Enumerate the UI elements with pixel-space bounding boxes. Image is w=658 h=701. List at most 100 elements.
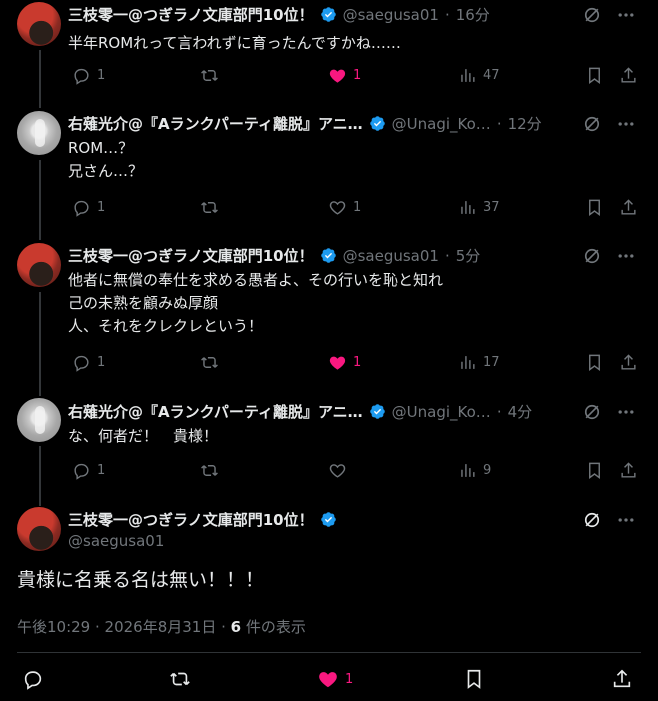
display-name[interactable]: 右薙光介@『Aランクパーティ離脱』アニ… [68,113,363,134]
tweet[interactable]: 三枝零一@つぎラノ文庫部門10位！ @saegusa01 · 5分 他者に無償の… [0,232,658,388]
like-button[interactable]: 1 [328,353,361,372]
tweet[interactable]: 三枝零一@つぎラノ文庫部門10位！ @saegusa01 · 16分 半年ROM… [0,0,658,100]
tweet-text-line: 人、それをクレクレという！ [68,317,264,335]
reply-button[interactable]: 1 [72,66,105,85]
grok-icon[interactable] [582,114,602,134]
repost-button[interactable] [200,198,219,217]
like-icon [329,69,346,83]
like-button[interactable] [328,461,347,480]
views-button[interactable]: 47 [458,66,500,85]
reply-button[interactable]: 1 [72,353,105,372]
timestamp[interactable]: 5分 [456,245,481,266]
views-button[interactable]: 9 [458,461,491,480]
more-icon[interactable] [616,510,636,530]
display-name[interactable]: 三枝零一@つぎラノ文庫部門10位！ [68,4,314,25]
handle[interactable]: @Unagi_Ko… [392,115,491,133]
bookmark-icon [589,354,600,372]
timestamp[interactable]: 12分 [508,113,542,134]
views-count: 6 [230,618,242,636]
reply-button[interactable]: 1 [72,461,105,480]
repost-button[interactable] [169,668,191,690]
more-icon[interactable] [616,402,636,422]
like-button[interactable]: 1 [317,668,353,690]
share-button[interactable] [611,668,633,690]
verified-icon [320,512,336,527]
like-icon [329,201,346,215]
display-name[interactable]: 三枝零一@つぎラノ文庫部門10位！ [68,509,314,530]
bookmark-button[interactable] [585,353,604,372]
handle[interactable]: @Unagi_Ko… [392,403,491,421]
like-count: 1 [353,68,362,83]
tweet-text-line: ROM…？ [68,139,134,157]
bookmark-button[interactable] [585,461,604,480]
more-icon[interactable] [616,114,636,134]
tweet[interactable]: 右薙光介@『Aランクパーティ離脱』アニ… @Unagi_Ko… · 12分 RO… [0,100,658,232]
share-icon [613,669,631,688]
views-icon [461,356,475,369]
avatar[interactable] [17,507,61,551]
display-name[interactable]: 三枝零一@つぎラノ文庫部門10位！ [68,245,314,266]
tweet[interactable]: 右薙光介@『Aランクパーティ離脱』アニ… @Unagi_Ko… · 4分 な、何… [0,388,658,496]
more-icon[interactable] [616,5,636,25]
avatar[interactable] [17,398,61,442]
repost-icon [170,672,190,686]
tweet-header: 右薙光介@『Aランクパーティ離脱』アニ… @Unagi_Ko… · 12分 [68,113,542,134]
verified-icon [320,248,336,263]
bookmark-button[interactable] [585,198,604,217]
reply-count: 1 [97,68,106,83]
grok-icon[interactable] [582,402,602,422]
reply-icon [24,671,42,690]
share-icon [621,462,636,478]
views-button[interactable]: 17 [458,353,500,372]
views-count: 47 [483,68,500,83]
views-button[interactable]: 37 [458,198,500,217]
timestamp[interactable]: 午後10:29 · 2026年8月31日 · [17,618,231,636]
timestamp[interactable]: 4分 [508,401,533,422]
avatar[interactable] [17,243,61,287]
repost-icon [201,70,218,81]
separator-dot: · [496,402,502,421]
like-icon [329,356,346,370]
divider [17,652,641,653]
handle[interactable]: @saegusa01 [343,247,439,265]
grok-icon[interactable] [582,510,602,530]
share-icon [621,354,636,370]
like-button[interactable]: 1 [328,66,361,85]
avatar[interactable] [17,111,61,155]
tweet-actions: 1 [17,668,641,692]
repost-button[interactable] [200,353,219,372]
bookmark-icon [589,462,600,480]
share-button[interactable] [619,198,638,217]
reply-count: 1 [97,463,106,478]
reply-count: 1 [97,200,106,215]
like-button[interactable]: 1 [328,198,361,217]
tweet-text: ROM…？ 兄さん…？ [68,137,143,183]
separator-dot: · [444,5,450,24]
handle[interactable]: @saegusa01 [68,532,164,550]
share-button[interactable] [619,461,638,480]
handle[interactable]: @saegusa01 [343,6,439,24]
reply-button[interactable]: 1 [72,198,105,217]
timestamp[interactable]: 16分 [456,4,490,25]
display-name[interactable]: 右薙光介@『Aランクパーティ離脱』アニ… [68,401,363,422]
share-button[interactable] [619,353,638,372]
repost-button[interactable] [200,461,219,480]
reply-button[interactable] [22,668,44,690]
avatar[interactable] [17,2,61,46]
more-icon[interactable] [616,246,636,266]
views-icon [461,69,475,82]
repost-button[interactable] [200,66,219,85]
share-icon [621,67,636,83]
grok-icon[interactable] [582,5,602,25]
tweet-header: 三枝零一@つぎラノ文庫部門10位！ @saegusa01 · 16分 [68,4,490,25]
grok-icon[interactable] [582,246,602,266]
bookmark-button[interactable] [585,66,604,85]
separator-dot: · [444,246,450,265]
share-button[interactable] [619,66,638,85]
tweet-text-line: な、何者だ！ 貴様！ [68,427,219,445]
tweet-text: 半年ROMれって言われずに育ったんですかね…… [68,32,401,55]
tweet-actions: 1 9 [68,461,638,481]
tweet-text: 他者に無償の奉仕を求める愚者よ、その行いを恥と知れ 己の未熟を顧みぬ厚顔 人、そ… [68,269,443,338]
tweet-header: 三枝零一@つぎラノ文庫部門10位！ [68,509,337,530]
bookmark-button[interactable] [463,668,485,690]
